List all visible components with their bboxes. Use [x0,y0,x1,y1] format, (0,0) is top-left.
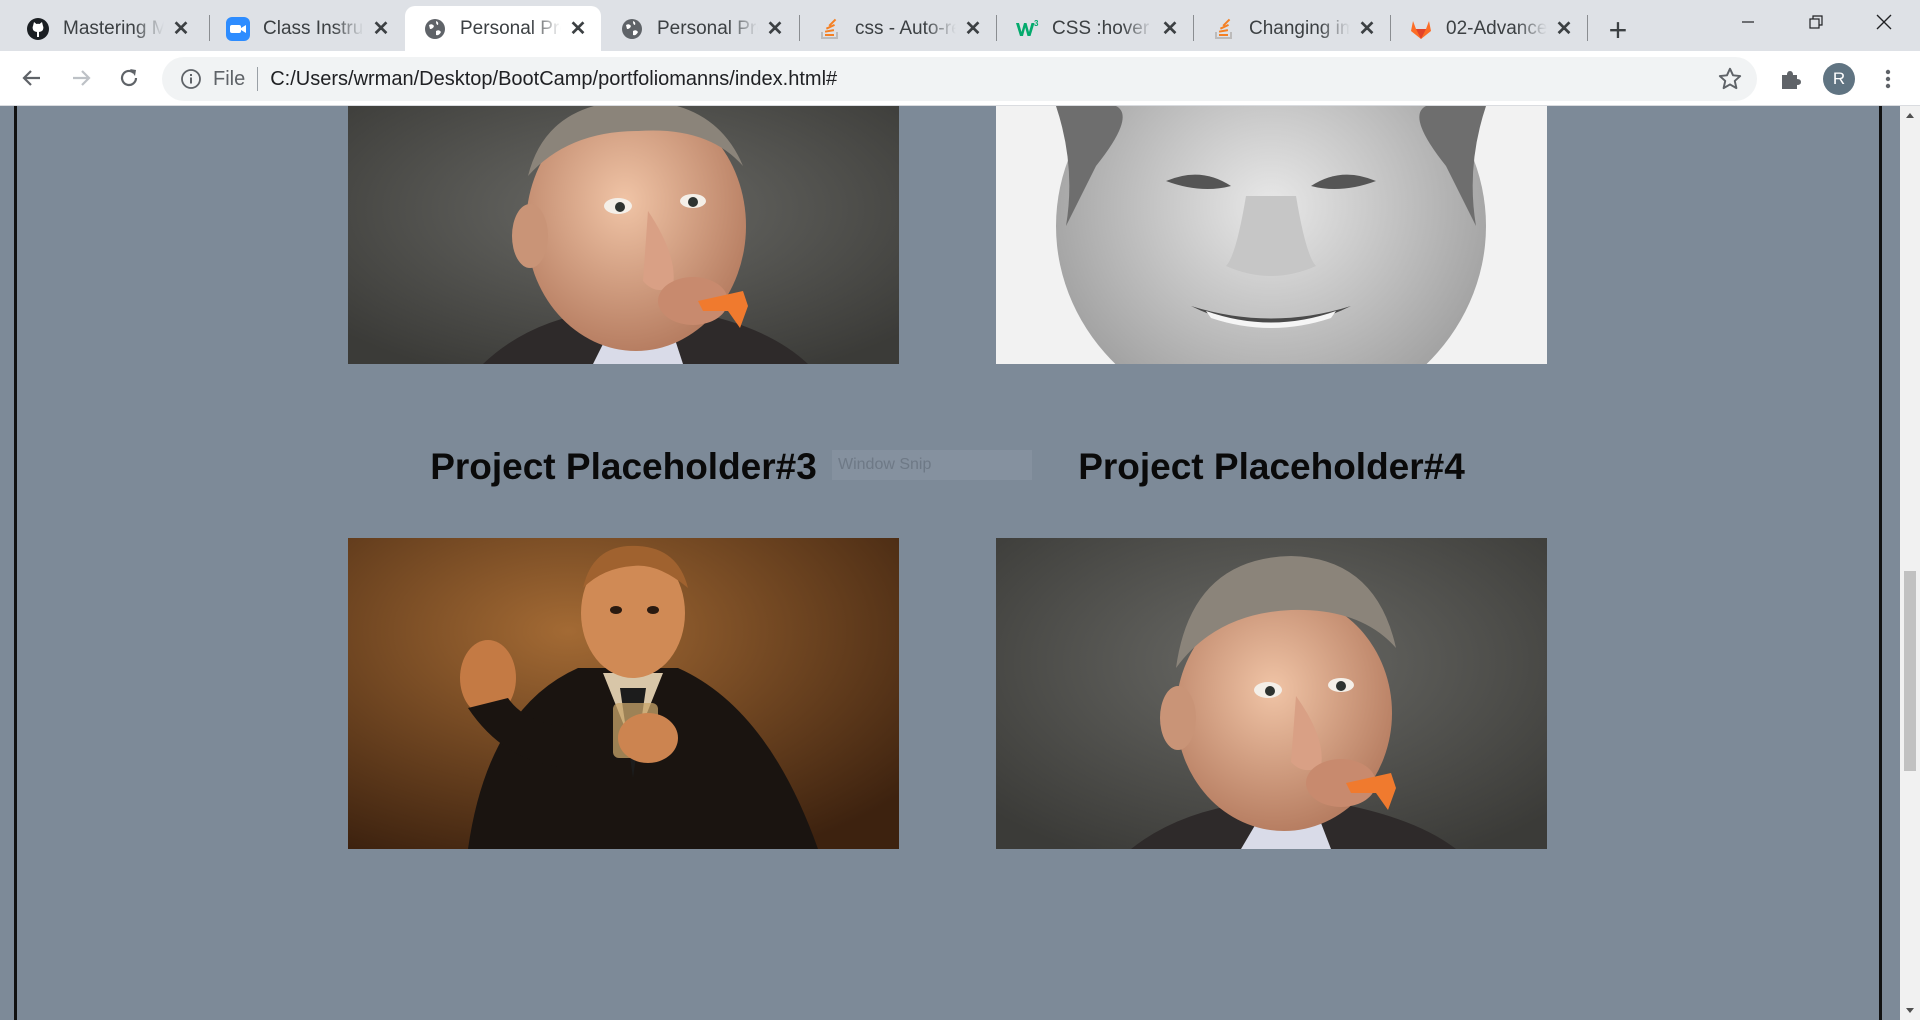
tab-title: CSS :hover Selector [1052,17,1153,39]
tab-title: Personal Project [460,17,561,39]
tab-separator [1587,15,1588,41]
svg-text:3: 3 [1034,19,1039,28]
puzzle-icon [1782,71,1801,89]
address-divider [257,67,259,91]
profile-avatar[interactable]: R [1823,63,1855,95]
tab-strip: Mastering Markdown ✕ Class Instructions … [0,0,1920,51]
triangle-down-icon [1906,1008,1914,1013]
stackoverflow-icon [1212,17,1236,41]
tab-class-instructions[interactable]: Class Instructions ✕ [208,6,404,51]
project-3-image[interactable] [348,538,899,849]
project-4-image[interactable] [996,538,1547,849]
zoom-icon [226,16,250,41]
url-text[interactable]: C:/Users/wrman/Desktop/BootCamp/portfoli… [270,68,837,91]
page-scrollbar[interactable] [1900,106,1920,1020]
tab-changing-image[interactable]: Changing image ✕ [1194,6,1390,51]
tab-mastering-markdown[interactable]: Mastering Markdown ✕ [8,6,204,51]
tab-title: 02-Advanced [1446,17,1547,39]
restore-icon [1809,15,1823,29]
restore-button[interactable] [1782,0,1850,44]
globe-icon [620,17,644,41]
close-icon [1876,14,1892,30]
close-tab-icon[interactable]: ✕ [370,18,392,40]
close-tab-icon[interactable]: ✕ [567,18,589,40]
page-viewport: Project Placeholder#3 Window Snip Projec… [0,106,1920,1020]
close-tab-icon[interactable]: ✕ [1159,18,1181,40]
close-window-button[interactable] [1850,0,1918,44]
page-border-left [14,106,17,1020]
reload-button[interactable] [110,59,148,97]
gitlab-icon [1409,17,1433,41]
triangle-up-icon [1906,113,1914,118]
address-bar[interactable]: File C:/Users/wrman/Desktop/BootCamp/por… [162,57,1757,101]
back-button[interactable] [13,59,51,97]
project-1-image[interactable] [348,106,899,364]
close-tab-icon[interactable]: ✕ [1356,18,1378,40]
minimize-icon [1742,21,1754,23]
tab-css-hover-selector[interactable]: 3 CSS :hover Selector ✕ [997,6,1193,51]
globe-icon [423,17,447,41]
close-tab-icon[interactable]: ✕ [1553,18,1575,40]
portrait-bw-photo [996,106,1547,364]
project-4-title: Project Placeholder#4 [1078,446,1465,487]
forward-button[interactable] [62,59,100,97]
portfolio-page: Project Placeholder#3 Window Snip Projec… [0,106,1900,1020]
github-icon [26,17,50,41]
tab-personal-project-active[interactable]: Personal Project ✕ [405,6,601,51]
portrait-carrot-photo [996,538,1547,849]
project-2-image[interactable] [996,106,1547,364]
more-vert-icon [1885,69,1891,89]
tab-title: css - Auto-resize [855,17,956,39]
extensions-button[interactable] [1772,61,1808,97]
tab-personal-project[interactable]: Personal Project ✕ [602,6,798,51]
browser-menu-button[interactable] [1870,61,1906,97]
bookmark-star-icon[interactable] [1717,66,1743,92]
new-tab-button[interactable]: + [1600,12,1636,48]
page-border-right [1879,106,1882,1020]
tab-02-advanced[interactable]: 02-Advanced ✕ [1391,6,1587,51]
info-icon[interactable] [180,68,202,90]
portrait-toast-photo [348,538,899,849]
close-tab-icon[interactable]: ✕ [764,18,786,40]
browser-toolbar: File C:/Users/wrman/Desktop/BootCamp/por… [0,51,1920,106]
stackoverflow-icon [818,17,842,41]
tab-title: Class Instructions [263,17,364,39]
arrow-right-icon [73,70,91,86]
arrow-left-icon [22,70,40,86]
close-tab-icon[interactable]: ✕ [962,18,984,40]
tab-css-auto-resize[interactable]: css - Auto-resize ✕ [800,6,996,51]
portrait-carrot-photo [348,106,899,364]
scrollbar-thumb[interactable] [1904,571,1916,771]
project-3-title: Project Placeholder#3 [430,446,817,487]
tab-title: Personal Project [657,17,758,39]
scroll-down-button[interactable] [1900,1002,1920,1020]
w3schools-icon: 3 [1015,17,1039,41]
close-tab-icon[interactable]: ✕ [170,18,192,40]
tab-title: Changing image [1249,17,1350,39]
url-scheme-label: File [213,67,246,90]
tab-title: Mastering Markdown [63,17,164,39]
minimize-button[interactable] [1714,0,1782,44]
reload-icon [120,69,138,87]
scroll-up-button[interactable] [1900,106,1920,124]
